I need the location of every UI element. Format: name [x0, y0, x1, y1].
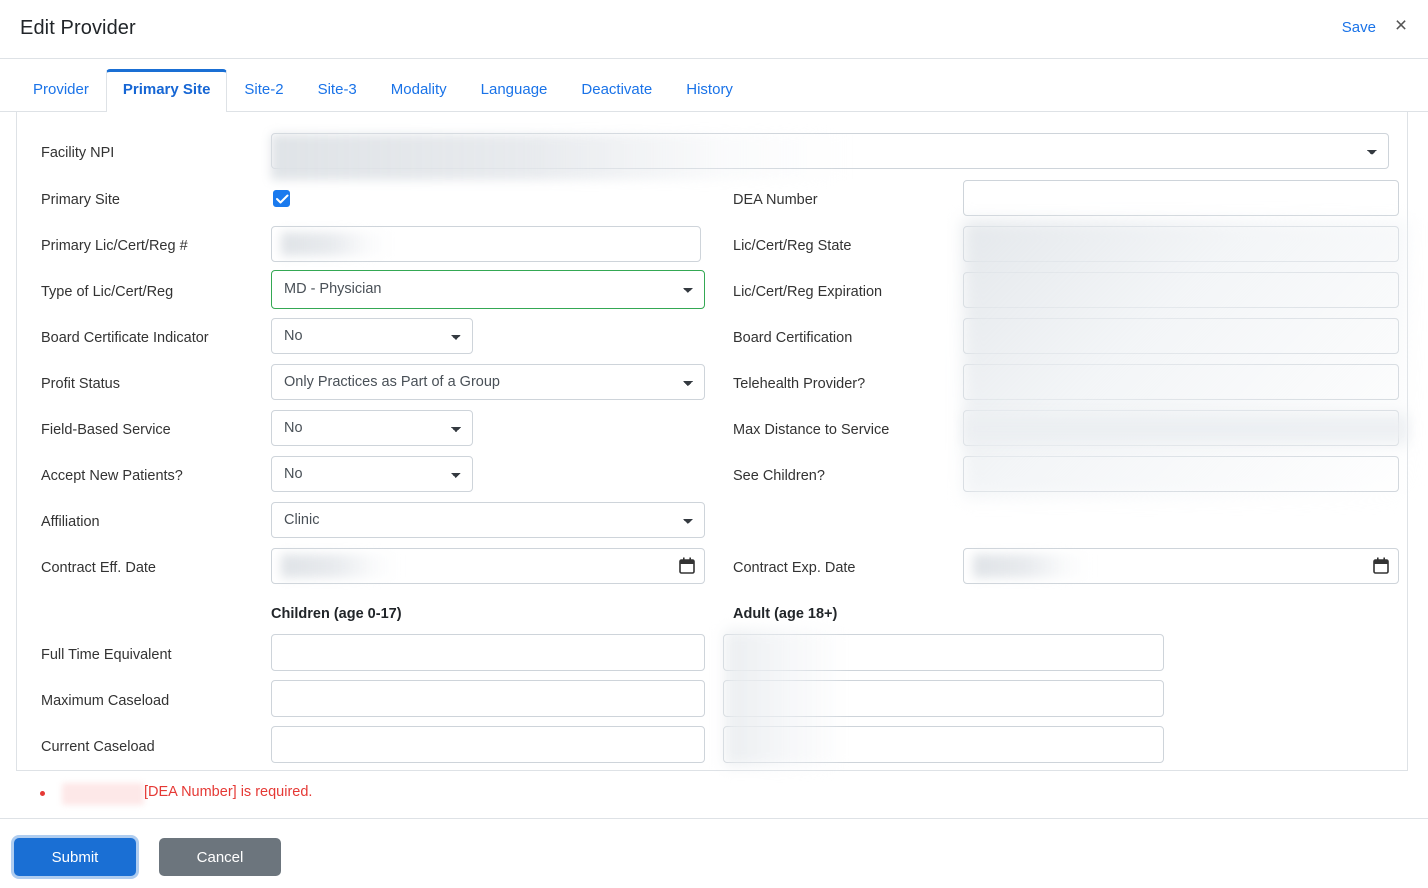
contract-exp-date-input[interactable]: [963, 548, 1399, 584]
label-lic-expiration: Lic/Cert/Reg Expiration: [733, 284, 883, 300]
save-button[interactable]: Save: [1342, 19, 1376, 36]
tab-site-2[interactable]: Site-2: [227, 69, 300, 112]
label-max-distance: Max Distance to Service: [733, 422, 890, 438]
lic-state-input[interactable]: [963, 226, 1399, 262]
cancel-button[interactable]: Cancel: [159, 838, 281, 876]
label-lic-state: Lic/Cert/Reg State: [733, 238, 852, 254]
primary-site-form: Facility NPI Primary Site DEA Number Pri…: [16, 112, 1409, 771]
children-max-caseload-input[interactable]: [271, 680, 705, 717]
tab-site-3[interactable]: Site-3: [301, 69, 374, 112]
section-heading-adult: Adult (age 18+): [733, 606, 838, 622]
children-current-caseload-input[interactable]: [271, 726, 705, 763]
label-accept-new-patients: Accept New Patients?: [41, 468, 183, 484]
tab-language[interactable]: Language: [464, 69, 565, 112]
type-of-lic-select[interactable]: MD - Physician: [271, 270, 705, 309]
check-icon: [276, 194, 289, 204]
section-heading-children: Children (age 0-17): [271, 606, 402, 622]
adult-max-caseload-input[interactable]: [723, 680, 1164, 717]
label-field-based-service: Field-Based Service: [41, 422, 171, 438]
error-message-text: [DEA Number] is required.: [144, 784, 313, 800]
label-contract-exp-date: Contract Exp. Date: [733, 560, 856, 576]
tab-deactivate[interactable]: Deactivate: [564, 69, 669, 112]
label-board-certification: Board Certification: [733, 330, 853, 346]
label-profit-status: Profit Status: [41, 376, 120, 392]
lic-expiration-input[interactable]: [963, 272, 1399, 308]
label-primary-lic: Primary Lic/Cert/Reg #: [41, 238, 188, 254]
page-title: Edit Provider: [20, 17, 136, 39]
modal-header: Edit Provider Save ×: [0, 0, 1428, 59]
profit-status-select[interactable]: Only Practices as Part of a Group: [271, 364, 705, 400]
label-full-time-equivalent: Full Time Equivalent: [41, 647, 172, 663]
adult-current-caseload-input[interactable]: [723, 726, 1164, 763]
error-bullet-icon: [40, 791, 45, 796]
submit-button[interactable]: Submit: [14, 838, 136, 876]
footer-divider: [0, 818, 1428, 819]
label-primary-site: Primary Site: [41, 192, 120, 208]
label-dea-number: DEA Number: [733, 192, 818, 208]
primary-site-checkbox[interactable]: [273, 190, 290, 207]
label-current-caseload: Current Caseload: [41, 739, 155, 755]
primary-lic-input[interactable]: [271, 226, 701, 262]
contract-eff-date-field[interactable]: [271, 548, 705, 584]
label-board-cert-indicator: Board Certificate Indicator: [41, 330, 209, 346]
label-maximum-caseload: Maximum Caseload: [41, 693, 170, 709]
label-type-lic: Type of Lic/Cert/Reg: [41, 284, 174, 300]
adult-fte-input[interactable]: [723, 634, 1164, 671]
children-fte-input[interactable]: [271, 634, 705, 671]
label-affiliation: Affiliation: [41, 514, 100, 530]
tab-history[interactable]: History: [669, 69, 750, 112]
telehealth-input[interactable]: [963, 364, 1399, 400]
edit-provider-modal: Edit Provider Save × Provider Primary Si…: [0, 0, 1428, 888]
label-see-children: See Children?: [733, 468, 825, 484]
tab-primary-site[interactable]: Primary Site: [105, 69, 228, 112]
contract-eff-date-input[interactable]: [271, 548, 705, 584]
affiliation-select[interactable]: Clinic: [271, 502, 705, 538]
validation-error: [DEA Number] is required.: [16, 780, 1408, 814]
dea-number-input[interactable]: [963, 180, 1399, 216]
error-prefix-redaction: [62, 783, 144, 805]
label-contract-eff-date: Contract Eff. Date: [41, 560, 156, 576]
tab-bar: Provider Primary Site Site-2 Site-3 Moda…: [0, 59, 1428, 112]
board-cert-indicator-select[interactable]: No: [271, 318, 473, 354]
tab-modality[interactable]: Modality: [374, 69, 464, 112]
board-certification-input[interactable]: [963, 318, 1399, 354]
facility-npi-select[interactable]: [271, 133, 1389, 169]
label-facility-npi: Facility NPI: [41, 145, 115, 161]
field-based-service-select[interactable]: No: [271, 410, 473, 446]
contract-exp-date-field[interactable]: [963, 548, 1399, 584]
label-telehealth: Telehealth Provider?: [733, 376, 866, 392]
max-distance-input[interactable]: [963, 410, 1399, 446]
close-icon[interactable]: ×: [1388, 13, 1414, 39]
tab-provider[interactable]: Provider: [16, 69, 106, 112]
see-children-input[interactable]: [963, 456, 1399, 492]
accept-new-patients-select[interactable]: No: [271, 456, 473, 492]
